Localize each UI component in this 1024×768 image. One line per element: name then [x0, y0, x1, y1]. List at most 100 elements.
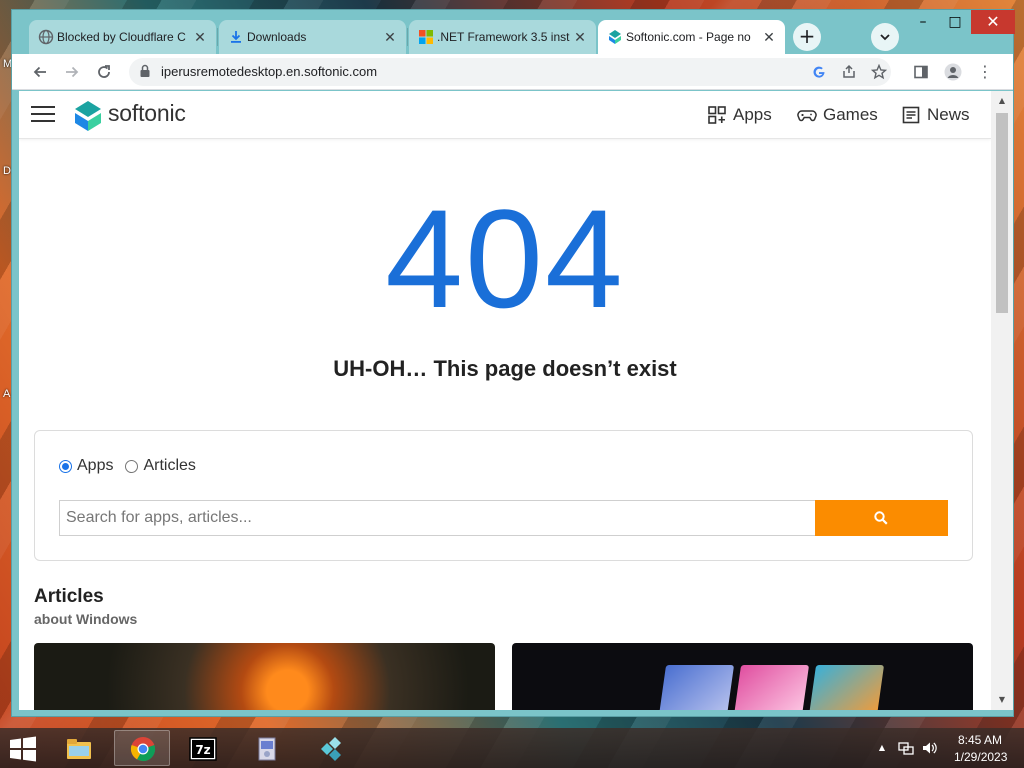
- minimize-button[interactable]: –: [907, 10, 939, 34]
- article-image-tile: [807, 665, 885, 710]
- taskbar: 7z ▲ 8:45 AM 1/29/2023: [0, 728, 1024, 768]
- error-headline: UH-OH… This page doesn’t exist: [333, 356, 677, 381]
- gamepad-icon: [797, 110, 817, 122]
- nav-news[interactable]: News: [901, 103, 970, 127]
- taskbar-7zip[interactable]: 7z: [174, 730, 230, 766]
- 7zip-icon: 7z: [189, 737, 217, 761]
- arrow-left-icon: [33, 66, 46, 78]
- profile-button[interactable]: [941, 60, 965, 84]
- file-explorer-icon: [67, 739, 91, 759]
- desktop-icon-label[interactable]: D: [3, 165, 11, 177]
- radio-articles[interactable]: [125, 459, 139, 473]
- microsoft-icon: [419, 30, 433, 44]
- tab-close-button[interactable]: ✕: [572, 29, 588, 46]
- browser-window: Blocked by Cloudflare C ✕ Downloads ✕ .N…: [11, 9, 1015, 717]
- lock-icon: [140, 64, 150, 77]
- taskbar-chrome[interactable]: [114, 730, 170, 766]
- network-icon[interactable]: [898, 740, 914, 756]
- apps-grid-icon: [708, 106, 726, 124]
- blocks-app-icon: [321, 737, 341, 761]
- tab-title: Blocked by Cloudflare C: [57, 30, 186, 44]
- search-input[interactable]: [59, 500, 816, 536]
- tray-expand-icon[interactable]: ▲: [874, 740, 890, 756]
- articles-section-subtitle: about Windows: [34, 611, 138, 627]
- search-card: Apps Articles: [34, 430, 973, 561]
- search-button[interactable]: [815, 500, 948, 536]
- tab-strip: Blocked by Cloudflare C ✕ Downloads ✕ .N…: [12, 10, 1015, 54]
- side-panel-icon: [914, 65, 928, 79]
- clock-time[interactable]: 8:45 AM: [958, 733, 1002, 747]
- article-card-image[interactable]: [512, 643, 973, 710]
- tab-separator: [217, 28, 218, 46]
- news-icon: [902, 106, 920, 124]
- address-bar[interactable]: iperusremotedesktop.en.softonic.com: [129, 58, 891, 86]
- reload-icon: [98, 65, 110, 78]
- reload-button[interactable]: [92, 60, 116, 84]
- nav-apps-label: Apps: [733, 105, 772, 124]
- site-header: softonic Apps Games News: [19, 91, 991, 139]
- article-image-tile: [657, 665, 735, 710]
- globe-icon: [38, 29, 54, 45]
- search-type-radio-group: Apps Articles: [59, 457, 196, 475]
- download-icon: [231, 31, 241, 43]
- maximize-button[interactable]: □: [939, 10, 971, 34]
- scroll-down-arrow-icon[interactable]: ▼: [996, 694, 1008, 706]
- tab-net-framework[interactable]: .NET Framework 3.5 inst ✕: [409, 20, 596, 54]
- new-tab-button[interactable]: +: [793, 23, 821, 51]
- tab-close-button[interactable]: ✕: [382, 29, 398, 46]
- taskbar-installer[interactable]: [238, 730, 294, 766]
- window-close-button[interactable]: ✕: [971, 10, 1015, 34]
- search-icon: [874, 511, 888, 525]
- tab-separator: [407, 28, 408, 46]
- desktop-icon-label[interactable]: A: [3, 388, 10, 400]
- softonic-icon: [609, 30, 621, 44]
- google-icon[interactable]: [809, 62, 829, 82]
- softonic-logo-text[interactable]: softonic: [108, 100, 186, 127]
- clock-date[interactable]: 1/29/2023: [954, 750, 1007, 764]
- tab-title: Downloads: [247, 30, 307, 44]
- page-viewport: softonic Apps Games News 404 UH-OH… This…: [19, 91, 1013, 710]
- hamburger-menu-icon[interactable]: [31, 106, 55, 124]
- side-panel-button[interactable]: [909, 60, 933, 84]
- url-text: iperusremotedesktop.en.softonic.com: [161, 64, 378, 79]
- arrow-right-icon: [66, 66, 79, 78]
- taskbar-blocks-app[interactable]: [302, 730, 358, 766]
- nav-news-label: News: [927, 105, 970, 124]
- profile-avatar-icon: [944, 63, 962, 81]
- tab-search-button[interactable]: [871, 23, 899, 51]
- nav-games[interactable]: Games: [797, 103, 878, 127]
- tab-downloads[interactable]: Downloads ✕: [219, 20, 406, 54]
- star-icon[interactable]: [869, 62, 889, 82]
- windows-start-icon[interactable]: [8, 736, 38, 762]
- browser-toolbar: iperusremotedesktop.en.softonic.com ⋮: [12, 54, 1013, 90]
- share-icon[interactable]: [839, 62, 859, 82]
- page-scrollbar[interactable]: ▲ ▼: [991, 91, 1013, 710]
- tab-title: Softonic.com - Page no: [626, 30, 751, 44]
- tab-close-button[interactable]: ✕: [192, 29, 208, 46]
- tab-title: .NET Framework 3.5 inst: [437, 30, 570, 44]
- radio-articles-label[interactable]: Articles: [143, 457, 195, 475]
- tab-close-button[interactable]: ✕: [761, 29, 777, 46]
- browser-menu-button[interactable]: ⋮: [973, 60, 997, 84]
- error-code: 404: [385, 180, 625, 337]
- tab-softonic[interactable]: Softonic.com - Page no ✕: [598, 20, 785, 54]
- svg-text:7z: 7z: [195, 743, 210, 757]
- forward-button[interactable]: [60, 60, 84, 84]
- taskbar-file-explorer[interactable]: [50, 730, 106, 766]
- article-card-image[interactable]: [34, 643, 495, 710]
- tab-blocked-cloudflare[interactable]: Blocked by Cloudflare C ✕: [29, 20, 216, 54]
- scroll-up-arrow-icon[interactable]: ▲: [996, 95, 1008, 107]
- volume-icon[interactable]: [921, 740, 937, 756]
- article-image-tile: [732, 665, 810, 710]
- nav-apps[interactable]: Apps: [707, 103, 772, 127]
- radio-apps[interactable]: [59, 459, 72, 473]
- installer-icon: [258, 737, 276, 761]
- articles-section-title: Articles: [34, 586, 104, 607]
- scrollbar-thumb[interactable]: [996, 113, 1008, 313]
- nav-games-label: Games: [823, 105, 878, 124]
- back-button[interactable]: [28, 60, 52, 84]
- chrome-icon: [130, 737, 156, 762]
- radio-apps-label[interactable]: Apps: [77, 457, 113, 475]
- chevron-down-icon: [880, 34, 890, 41]
- softonic-logo-icon[interactable]: [73, 100, 103, 132]
